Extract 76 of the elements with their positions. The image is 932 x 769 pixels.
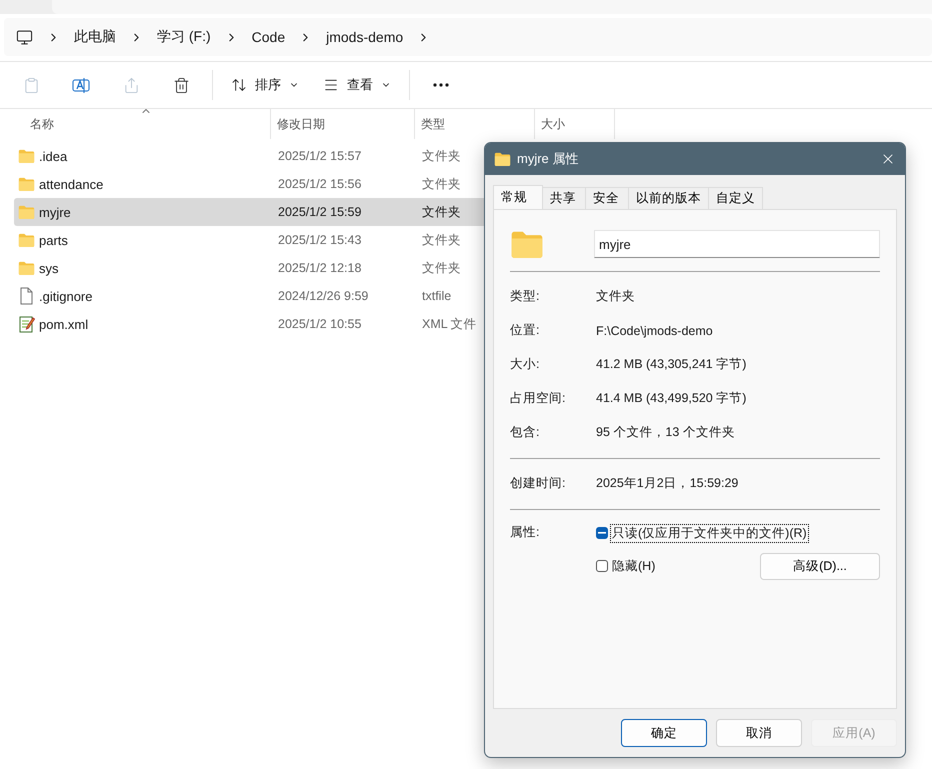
address-bar[interactable]: 此电脑 学习 (F:) Code jmods-demo [4,18,932,56]
paste-icon [22,76,40,94]
type-cell-text: 文件夹 [421,176,461,192]
folder-icon [18,204,35,220]
file-row[interactable]: parts 2025/1/2 15:43 文件夹 [14,226,554,254]
sort-button[interactable]: 排序 [219,68,311,102]
file-row[interactable]: sys 2025/1/2 12:18 文件夹 [14,254,554,282]
type-cell-text: 文件夹 [421,204,461,220]
column-header[interactable]: 类型 [415,109,535,139]
breadcrumb[interactable]: Code [252,29,286,45]
more-icon [433,83,449,87]
window-title: myjre 属性 [517,150,580,168]
date-cell-text: 2025/1/2 15:59 [277,205,362,219]
column-header[interactable]: 修改日期 [271,109,415,139]
checkbox-label[interactable]: 隐藏(H) [610,556,658,576]
date-cell-text: 2025/1/2 15:57 [277,149,362,163]
property-label: 占用空间: [510,390,566,408]
file-name: myjre [39,204,71,220]
date-cell-text: 2025/1/2 10:55 [277,317,362,331]
folder-icon [18,260,35,276]
minus-icon [598,532,606,534]
date-cell-text: 2025/1/2 12:18 [277,261,362,275]
property-label: 包含: [510,424,540,442]
property-value: 文件夹 [596,288,636,306]
folder-icon [494,152,511,166]
folder-icon [18,232,35,248]
advanced-button[interactable]: 高级(D)... [760,552,880,580]
checkbox[interactable] [596,560,608,572]
type-cell-text: 文件夹 [421,148,461,164]
delete-icon [172,76,190,94]
property-label: 位置: [510,322,540,340]
checkbox-label[interactable]: 只读(仅应用于文件夹中的文件)(R) [610,524,809,543]
property-value: 95 个文件，13 个文件夹 [596,424,736,442]
folder-icon [18,148,35,164]
rename-icon [72,76,90,94]
file-name: pom.xml [39,316,88,332]
tab[interactable]: 常规 [493,185,543,209]
type-cell-text: txtfile [421,289,452,303]
file-icon [18,287,35,305]
column-header[interactable]: 大小 [535,109,615,139]
date-cell-text: 2024/12/26 9:59 [277,289,368,303]
property-label: 大小: [510,356,540,374]
property-value: 41.2 MB (43,305,241 字节) [596,356,748,374]
property-label: 类型: [510,288,540,306]
type-cell-text: 文件夹 [421,232,461,248]
property-value: 2025年1月2日，15:59:29 [596,475,740,492]
share-icon [122,76,140,94]
file-name: sys [39,260,58,276]
date-cell-text: 2025/1/2 15:56 [277,177,362,191]
sort-icon [231,77,247,93]
folder-icon [510,230,544,259]
file-name: .idea [39,148,68,164]
breadcrumb[interactable]: 此电脑 [74,28,116,46]
date-cell-text: 2025/1/2 15:43 [277,233,362,247]
dialog-button[interactable]: 确定 [621,719,707,747]
property-label: 创建时间: [510,475,566,492]
file-name: .gitignore [39,288,92,304]
file-name: parts [39,232,68,248]
file-name: attendance [39,176,104,192]
property-value: F:\Code\jmods-demo [596,324,714,338]
view-icon [323,77,339,93]
breadcrumb[interactable]: jmods-demo [326,29,404,45]
tab[interactable]: 自定义 [708,187,763,209]
type-cell-text: 文件夹 [421,260,461,276]
dialog-button[interactable]: 取消 [716,719,802,747]
column-header[interactable]: 名称 [0,109,271,139]
name-field[interactable]: myjre [594,230,880,258]
type-cell-text: XML 文件 [421,316,477,332]
breadcrumb[interactable]: 学习 (F:) [157,28,211,46]
view-button[interactable]: 查看 [311,68,403,102]
property-value: 41.4 MB (43,499,520 字节) [596,390,748,408]
document-pencil-icon [18,315,35,333]
checkbox[interactable] [596,527,608,540]
property-label: 属性: [510,524,540,541]
folder-icon [18,176,35,192]
computer-icon [16,28,33,46]
